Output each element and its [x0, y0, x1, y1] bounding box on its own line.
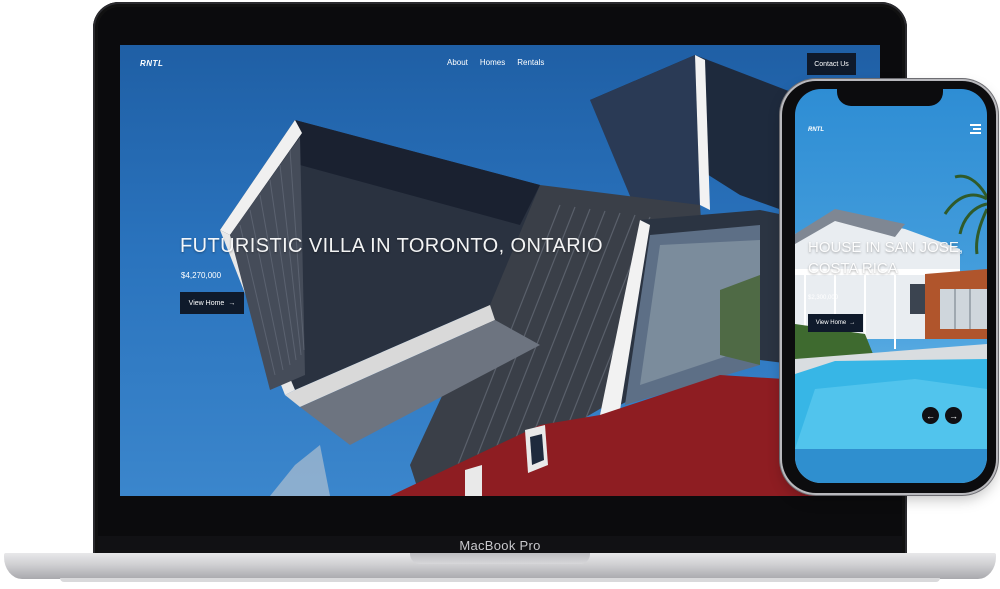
nav-rentals[interactable]: Rentals	[517, 58, 544, 67]
hamburger-menu-icon[interactable]	[970, 124, 981, 134]
device-mockup: MacBook Pro RNTL About Homes Rentals Con…	[0, 0, 1000, 589]
arrow-right-icon: →	[949, 410, 958, 421]
arrow-left-icon: ←	[926, 410, 935, 421]
carousel-next-button[interactable]: →	[945, 407, 962, 424]
phone-view-home-label: View Home	[815, 320, 847, 326]
main-nav: About Homes Rentals	[447, 58, 544, 67]
phone-notch	[837, 89, 943, 106]
house-hero-image	[795, 174, 987, 483]
hero-title: FUTURISTIC VILLA IN TORONTO, ONTARIO	[180, 235, 603, 257]
contact-us-button[interactable]: Contact Us	[807, 53, 856, 75]
carousel-prev-button[interactable]: ←	[922, 407, 939, 424]
phone-view-home-button[interactable]: View Home →	[808, 314, 863, 332]
arrow-right-icon: →	[849, 320, 856, 326]
site-logo[interactable]: RNTL	[140, 59, 163, 68]
villa-hero-image	[220, 55, 880, 496]
arrow-right-icon: →	[228, 299, 236, 307]
nav-about[interactable]: About	[447, 58, 468, 67]
laptop-notch	[410, 553, 590, 564]
laptop-website-screen: RNTL About Homes Rentals Contact Us FUTU…	[120, 45, 880, 496]
phone-site-logo[interactable]: RNTL	[808, 127, 824, 133]
view-home-label: View Home	[188, 299, 225, 307]
hero-price: $4,270,000	[181, 271, 222, 280]
phone-hero-price: $2,300,000	[808, 295, 839, 301]
nav-homes[interactable]: Homes	[480, 58, 505, 67]
laptop-feet	[60, 578, 940, 582]
phone-website-screen: RNTL HOUSE IN SAN JOSE, COSTA RICA $2,30…	[795, 89, 987, 483]
phone-hero-title: HOUSE IN SAN JOSE, COSTA RICA	[808, 239, 964, 277]
device-label: MacBook Pro	[459, 538, 541, 553]
view-home-button[interactable]: View Home →	[180, 292, 244, 314]
